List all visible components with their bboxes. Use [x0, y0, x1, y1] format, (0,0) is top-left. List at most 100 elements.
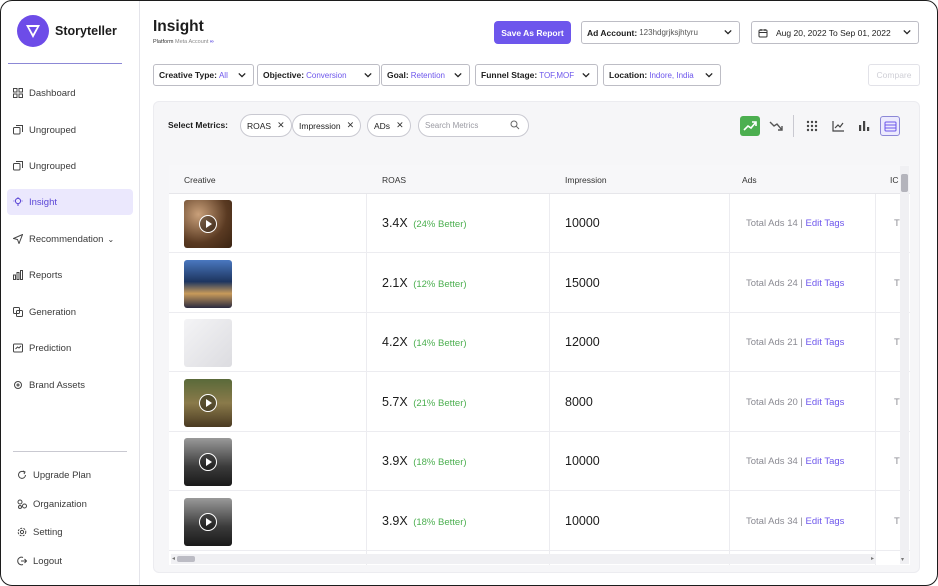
edit-tags-link[interactable]: Edit Tags: [806, 337, 845, 348]
sidebar-item-prediction[interactable]: Prediction: [7, 335, 133, 361]
table-row[interactable]: 3.9X (18% Better) 10000 Total Ads 34 | E…: [169, 432, 910, 491]
calendar-icon: [758, 28, 768, 37]
roas-delta: (18% Better): [413, 457, 467, 468]
funnel-stage-filter[interactable]: Funnel Stage: TOF,MOF: [475, 64, 598, 86]
edit-tags-link[interactable]: Edit Tags: [806, 218, 845, 229]
stack-icon: [13, 161, 23, 171]
truncated-cell: T: [894, 277, 900, 289]
close-icon[interactable]: ✕: [347, 120, 355, 131]
prediction-icon: [13, 343, 23, 353]
column-header[interactable]: Impression: [565, 175, 607, 185]
sidebar-item-label: Brand Assets: [29, 379, 85, 391]
ad-account-dropdown[interactable]: Ad Account: 123hdgrjksjhtyru: [581, 21, 740, 44]
roas-cell: 5.7X (21% Better): [382, 395, 467, 409]
impression-cell: 8000: [565, 394, 593, 409]
sidebar-item-ungrouped[interactable]: Ungrouped: [7, 153, 133, 179]
column-header[interactable]: Ads: [742, 175, 757, 185]
play-icon[interactable]: [199, 393, 217, 412]
search-metrics-input[interactable]: Search Metrics: [418, 114, 529, 137]
creative-thumbnail[interactable]: [184, 438, 232, 486]
roas-value: 5.7X: [382, 394, 408, 409]
play-icon[interactable]: [199, 512, 217, 531]
sidebar-item-brand-assets[interactable]: Brand Assets: [7, 372, 133, 398]
filter-value: Conversion: [306, 70, 347, 80]
truncated-cell: T: [894, 218, 900, 229]
grid-view-button[interactable]: [802, 116, 822, 136]
filter-value: All: [218, 70, 228, 80]
compare-button[interactable]: Compare: [868, 64, 920, 86]
sidebar-item-reports[interactable]: Reports: [7, 262, 133, 288]
bar-chart-icon: [859, 121, 870, 131]
scroll-thumb[interactable]: [177, 556, 195, 562]
select-metrics-label: Select Metrics:: [168, 120, 228, 130]
ad-account-label: Ad Account:: [587, 27, 638, 38]
roas-delta: (14% Better): [413, 338, 467, 349]
location-filter[interactable]: Location: Indore, India: [603, 64, 721, 86]
app-name: Storyteller: [55, 24, 117, 38]
roas-cell: 4.2X (14% Better): [382, 335, 467, 349]
sidebar-item-setting[interactable]: Setting: [11, 519, 137, 545]
trend-down-toggle[interactable]: [766, 116, 786, 136]
impression-cell: 10000: [565, 513, 600, 528]
column-header[interactable]: IC: [890, 175, 899, 185]
truncated-cell: T: [894, 515, 900, 527]
play-icon[interactable]: [199, 453, 217, 471]
table-row[interactable]: 5.7X (21% Better) 8000 Total Ads 20 | Ed…: [169, 373, 910, 432]
edit-tags-link[interactable]: Edit Tags: [806, 516, 845, 527]
total-ads: Total Ads 34 |: [746, 456, 803, 467]
scroll-thumb[interactable]: [901, 174, 908, 192]
edit-tags-link[interactable]: Edit Tags: [806, 278, 845, 289]
edit-tags-link[interactable]: Edit Tags: [806, 456, 845, 467]
table-row[interactable]: 4.2X (14% Better) 12000 Total Ads 21 | E…: [169, 313, 910, 372]
logo[interactable]: Storyteller: [17, 15, 117, 47]
horizontal-scrollbar[interactable]: ◂ ▸: [171, 554, 876, 564]
creative-thumbnail[interactable]: [184, 378, 232, 427]
creative-type-filter[interactable]: Creative Type: All: [153, 64, 254, 86]
date-range-dropdown[interactable]: Aug 20, 2022 To Sep 01, 2022: [751, 21, 919, 44]
creative-thumbnail[interactable]: [184, 497, 232, 546]
sidebar-item-dashboard[interactable]: Dashboard: [7, 80, 133, 106]
edit-tags-link[interactable]: Edit Tags: [806, 397, 845, 408]
creative-thumbnail[interactable]: [184, 200, 232, 248]
scroll-right-icon[interactable]: ▸: [871, 555, 874, 562]
metric-chip[interactable]: ROAS ✕: [240, 114, 292, 137]
vertical-scrollbar[interactable]: ▾: [900, 166, 909, 564]
table-row[interactable]: 3.9X (18% Better) 10000 Total Ads 34 | E…: [169, 492, 910, 551]
metric-chip[interactable]: Impression ✕: [292, 114, 362, 137]
play-icon[interactable]: [199, 215, 217, 233]
table-row[interactable]: 3.4X (24% Better) 10000 Total Ads 14 | E…: [169, 194, 910, 253]
date-range-value: Aug 20, 2022 To Sep 01, 2022: [776, 27, 891, 38]
sidebar-item-organization[interactable]: Organization: [11, 491, 137, 517]
sidebar-item-label: Recommendation: [29, 233, 104, 245]
scroll-left-icon[interactable]: ◂: [172, 555, 175, 562]
column-header[interactable]: ROAS: [382, 175, 406, 185]
bar-chart-view-button[interactable]: [854, 116, 874, 136]
sidebar-item-logout[interactable]: Logout: [11, 548, 137, 574]
sidebar-item-generation[interactable]: Generation: [7, 299, 133, 325]
sidebar-item-insight[interactable]: Insight: [7, 189, 133, 215]
platform-caption: Platform: [153, 39, 174, 45]
scroll-down-icon[interactable]: ▾: [901, 556, 904, 563]
total-ads: Total Ads 34 |: [746, 515, 803, 527]
creative-thumbnail[interactable]: [184, 259, 232, 308]
column-header[interactable]: Creative: [184, 175, 216, 185]
save-as-report-button[interactable]: Save As Report: [494, 21, 571, 44]
sidebar-item-recommendation[interactable]: Recommendation ⌄: [7, 226, 133, 252]
chevron-down-icon: [705, 72, 713, 78]
trend-up-toggle[interactable]: [740, 116, 760, 136]
platform-value: Meta Account: [175, 39, 209, 45]
trending-up-icon: [743, 121, 757, 131]
sidebar-item-ungrouped[interactable]: Ungrouped: [7, 117, 133, 143]
metric-chip[interactable]: ADs ✕: [367, 114, 411, 137]
goal-filter[interactable]: Goal: Retention: [381, 64, 470, 86]
objective-filter[interactable]: Objective: Conversion: [257, 64, 380, 86]
divider: [793, 115, 794, 137]
close-icon[interactable]: ✕: [277, 120, 285, 131]
line-chart-view-button[interactable]: [828, 116, 848, 136]
table-view-button[interactable]: [880, 116, 900, 136]
logout-icon: [17, 556, 27, 566]
sidebar-item-upgrade-plan[interactable]: Upgrade Plan: [11, 462, 137, 488]
table-row[interactable]: 2.1X (12% Better) 15000 Total Ads 24 | E…: [169, 254, 910, 313]
close-icon[interactable]: ✕: [396, 120, 404, 131]
creative-thumbnail[interactable]: [184, 319, 232, 367]
